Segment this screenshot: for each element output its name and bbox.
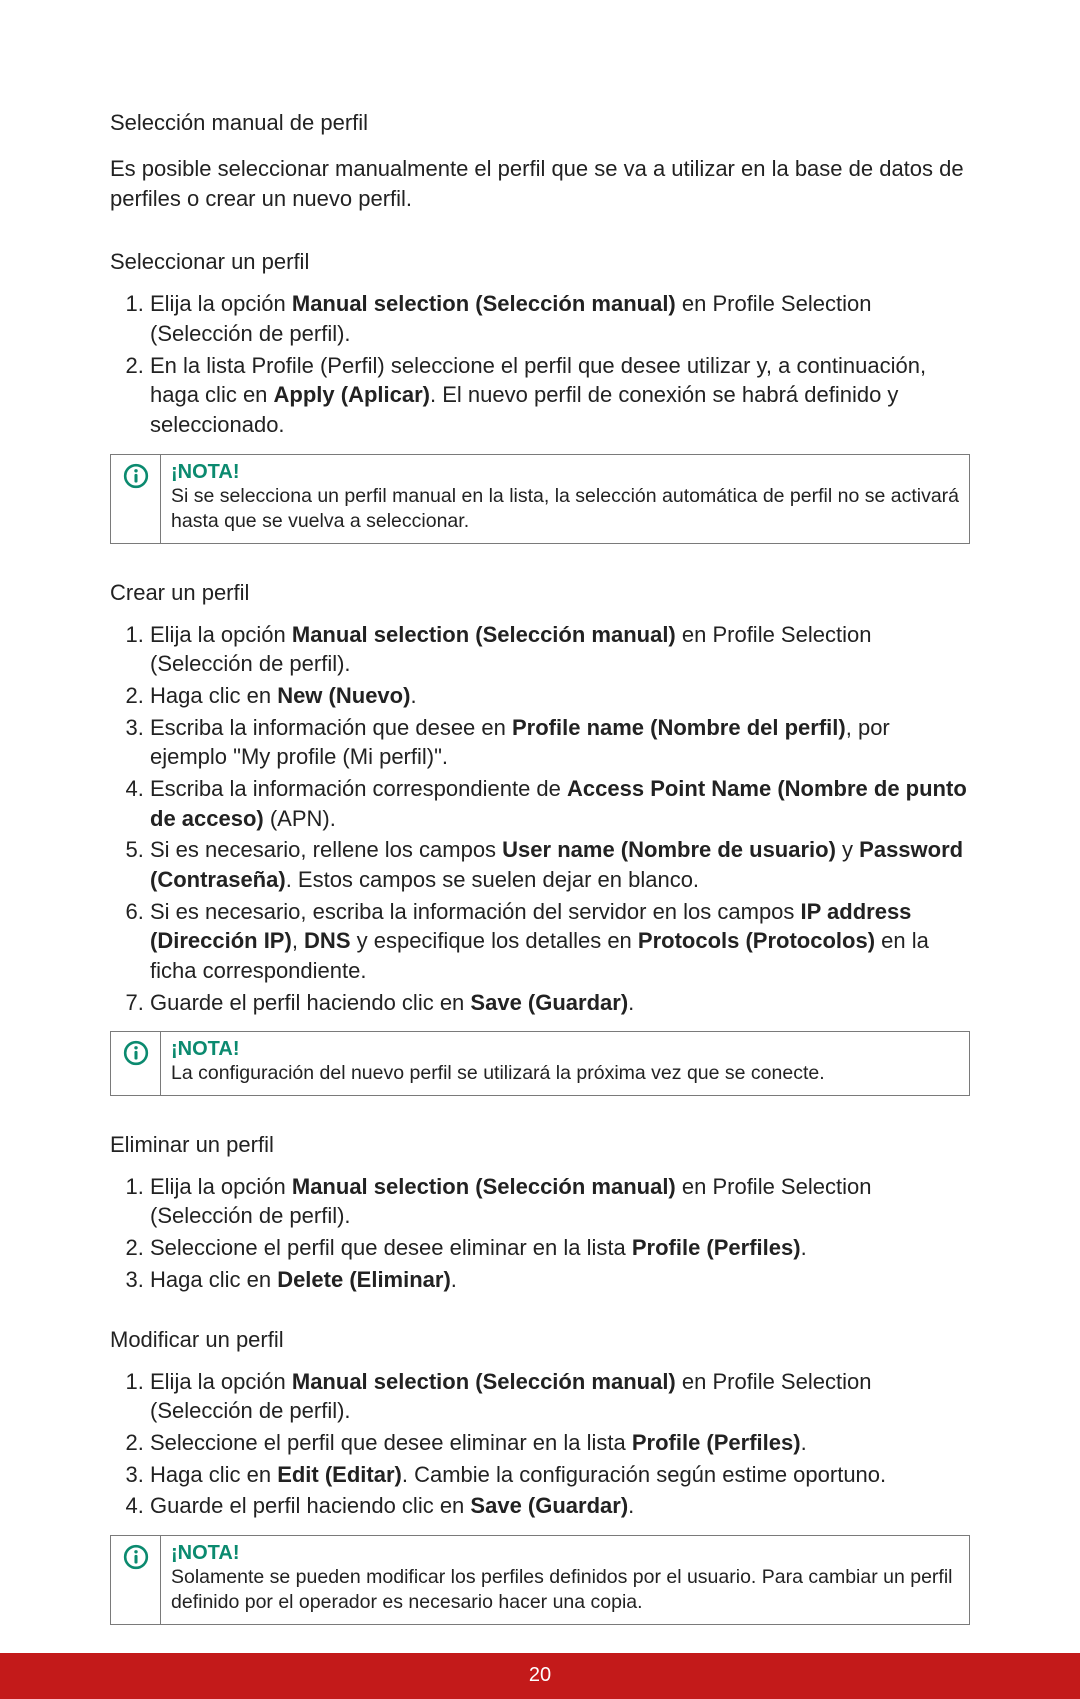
list-item: Elija la opción Manual selection (Selecc… <box>150 620 970 679</box>
list-item: Seleccione el perfil que desee eliminar … <box>150 1233 970 1263</box>
text: Seleccione el perfil que desee eliminar … <box>150 1235 632 1260</box>
text: Elija la opción <box>150 291 292 316</box>
bold: Manual selection (Selección manual) <box>292 622 676 647</box>
text: Guarde el perfil haciendo clic en <box>150 1493 470 1518</box>
note-content: ¡NOTA! Si se selecciona un perfil manual… <box>161 455 969 543</box>
bold: DNS <box>304 928 350 953</box>
note-box-select: ¡NOTA! Si se selecciona un perfil manual… <box>110 454 970 544</box>
bold: Protocols (Protocolos) <box>638 928 875 953</box>
subheading-create: Crear un perfil <box>110 580 970 606</box>
list-item: Elija la opción Manual selection (Selecc… <box>150 289 970 348</box>
bold: Manual selection (Selección manual) <box>292 1369 676 1394</box>
text: , <box>292 928 304 953</box>
bold: Edit (Editar) <box>277 1462 402 1487</box>
bold: User name (Nombre de usuario) <box>502 837 836 862</box>
note-title: ¡NOTA! <box>171 1038 959 1061</box>
create-steps: Elija la opción Manual selection (Selecc… <box>110 620 970 1018</box>
list-item: Elija la opción Manual selection (Selecc… <box>150 1172 970 1231</box>
text: . <box>410 683 416 708</box>
bold: Apply (Aplicar) <box>274 382 430 407</box>
page-number: 20 <box>529 1664 551 1687</box>
text: Elija la opción <box>150 1369 292 1394</box>
list-item: Seleccione el perfil que desee eliminar … <box>150 1428 970 1458</box>
info-icon <box>111 455 161 543</box>
list-item: Si es necesario, rellene los campos User… <box>150 835 970 894</box>
text: Haga clic en <box>150 1267 277 1292</box>
note-title: ¡NOTA! <box>171 461 959 484</box>
info-icon <box>111 1032 161 1094</box>
note-content: ¡NOTA! La configuración del nuevo perfil… <box>161 1032 969 1094</box>
text: . <box>628 1493 634 1518</box>
text: Elija la opción <box>150 622 292 647</box>
note-text: Si se selecciona un perfil manual en la … <box>171 484 959 535</box>
text: . <box>628 990 634 1015</box>
bold: Profile (Perfiles) <box>632 1235 801 1260</box>
text: Escriba la información que desee en <box>150 715 512 740</box>
bold: Profile name (Nombre del perfil) <box>512 715 846 740</box>
text: Haga clic en <box>150 1462 277 1487</box>
text: . Cambie la configuración según estime o… <box>402 1462 886 1487</box>
note-text: Solamente se pueden modificar los perfil… <box>171 1565 959 1616</box>
delete-steps: Elija la opción Manual selection (Selecc… <box>110 1172 970 1295</box>
bold: Save (Guardar) <box>470 990 628 1015</box>
info-icon <box>111 1536 161 1624</box>
modify-steps: Elija la opción Manual selection (Selecc… <box>110 1367 970 1521</box>
select-steps: Elija la opción Manual selection (Selecc… <box>110 289 970 439</box>
list-item: Escriba la información que desee en Prof… <box>150 713 970 772</box>
list-item: Haga clic en Edit (Editar). Cambie la co… <box>150 1460 970 1490</box>
list-item: Elija la opción Manual selection (Selecc… <box>150 1367 970 1426</box>
bold: Manual selection (Selección manual) <box>292 1174 676 1199</box>
note-box-modify: ¡NOTA! Solamente se pueden modificar los… <box>110 1535 970 1625</box>
bold: New (Nuevo) <box>277 683 410 708</box>
list-item: Escriba la información correspondiente d… <box>150 774 970 833</box>
text: . <box>801 1235 807 1260</box>
text: . <box>801 1430 807 1455</box>
bold: Delete (Eliminar) <box>277 1267 451 1292</box>
text: y <box>836 837 859 862</box>
page-footer: 20 <box>0 1653 1080 1699</box>
text: y especifique los detalles en <box>351 928 638 953</box>
list-item: Guarde el perfil haciendo clic en Save (… <box>150 1491 970 1521</box>
text: Si es necesario, escriba la información … <box>150 899 801 924</box>
note-title: ¡NOTA! <box>171 1542 959 1565</box>
subheading-delete: Eliminar un perfil <box>110 1132 970 1158</box>
text: Escriba la información correspondiente d… <box>150 776 567 801</box>
text: Elija la opción <box>150 1174 292 1199</box>
list-item: En la lista Profile (Perfil) seleccione … <box>150 351 970 440</box>
section-heading-manual: Selección manual de perfil <box>110 110 970 136</box>
list-item: Haga clic en Delete (Eliminar). <box>150 1265 970 1295</box>
bold: Save (Guardar) <box>470 1493 628 1518</box>
text: . <box>451 1267 457 1292</box>
text: . Estos campos se suelen dejar en blanco… <box>286 867 699 892</box>
list-item: Haga clic en New (Nuevo). <box>150 681 970 711</box>
bold: Manual selection (Selección manual) <box>292 291 676 316</box>
text: Si es necesario, rellene los campos <box>150 837 502 862</box>
note-text: La configuración del nuevo perfil se uti… <box>171 1061 959 1086</box>
document-page: Selección manual de perfil Es posible se… <box>0 0 1080 1625</box>
text: Haga clic en <box>150 683 277 708</box>
bold: Profile (Perfiles) <box>632 1430 801 1455</box>
list-item: Guarde el perfil haciendo clic en Save (… <box>150 988 970 1018</box>
note-box-create: ¡NOTA! La configuración del nuevo perfil… <box>110 1031 970 1095</box>
subheading-select: Seleccionar un perfil <box>110 249 970 275</box>
subheading-modify: Modificar un perfil <box>110 1327 970 1353</box>
note-content: ¡NOTA! Solamente se pueden modificar los… <box>161 1536 969 1624</box>
list-item: Si es necesario, escriba la información … <box>150 897 970 986</box>
text: (APN). <box>264 806 336 831</box>
intro-paragraph: Es posible seleccionar manualmente el pe… <box>110 154 970 213</box>
text: Guarde el perfil haciendo clic en <box>150 990 470 1015</box>
text: Seleccione el perfil que desee eliminar … <box>150 1430 632 1455</box>
